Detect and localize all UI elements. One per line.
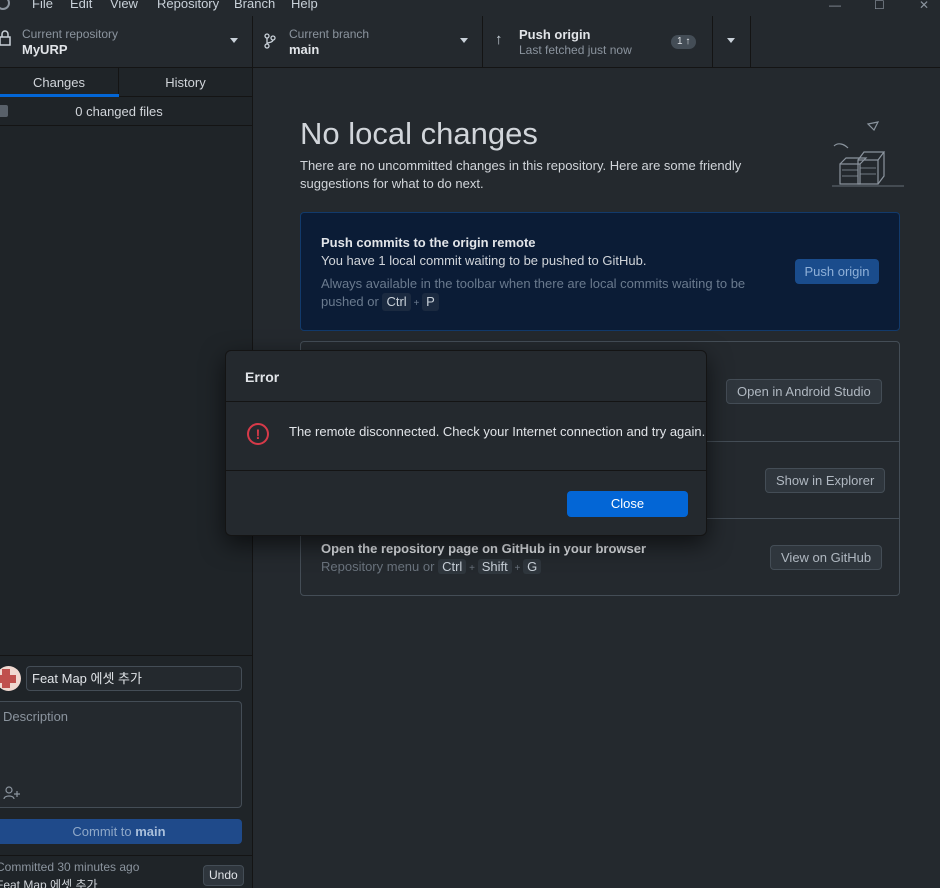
show-in-explorer-button[interactable]: Show in Explorer [765,468,886,493]
toolbar: Current repository MyURP Current branch … [0,16,940,68]
menu-branch[interactable]: Branch [234,0,275,11]
repository-selector[interactable]: Current repository MyURP [0,16,253,68]
github-row-title: Open the repository page on GitHub in yo… [321,541,647,556]
empty-boxes-illustration-icon [832,121,904,187]
tab-history[interactable]: History [119,68,252,97]
chevron-down-icon [727,38,735,43]
commit-button-prefix: Commit to [72,824,136,839]
ahead-count-badge: 1 ↑ [671,35,697,49]
changed-files-count: 0 changed files [75,104,163,119]
view-on-github-button[interactable]: View on GitHub [770,545,883,570]
github-logo-icon [0,0,10,10]
error-dialog: Error ! The remote disconnected. Check y… [225,350,707,536]
dialog-title: Error [245,369,280,385]
add-coauthor-icon[interactable] [3,786,21,800]
lock-icon [0,30,11,46]
avatar [0,666,21,691]
branch-icon [264,33,276,49]
menu-bar: File Edit View Repository Branch Help — … [0,0,940,16]
push-origin-card-button[interactable]: Push origin [795,259,879,284]
chevron-down-icon [460,38,468,43]
arrow-up-icon: ↑ [495,31,503,48]
close-button[interactable]: Close [567,491,688,517]
push-card-hint: Always available in the toolbar when the… [321,276,746,311]
error-icon: ! [247,423,269,445]
last-commit-time: Committed 30 minutes ago [0,860,140,874]
page-title: No local changes [300,116,538,151]
sidebar-tabs: Changes History [0,68,252,97]
commit-button-branch: main [135,824,166,839]
kbd-g: G [523,559,542,574]
push-title: Push origin [519,27,591,42]
chevron-down-icon [230,38,238,43]
commit-form: Feat Map 에셋 추가 Description Commit to mai… [0,655,252,855]
kbd-ctrl: Ctrl [382,293,411,311]
branch-caption: Current branch [289,27,370,41]
kbd-p: P [422,293,439,311]
dialog-body: ! The remote disconnected. Check your In… [226,402,706,471]
close-window-icon[interactable]: ✕ [919,0,929,12]
menu-view[interactable]: View [110,0,138,11]
commit-description-field[interactable]: Description [0,701,242,808]
menu-edit[interactable]: Edit [70,0,92,11]
kbd-shift: Shift [477,559,512,574]
push-options-dropdown[interactable] [713,16,751,68]
open-in-editor-button[interactable]: Open in Android Studio [726,379,882,404]
dialog-message: The remote disconnected. Check your Inte… [289,424,706,439]
tab-changes[interactable]: Changes [0,68,119,97]
push-origin-button[interactable]: ↑ Push origin Last fetched just now 1 ↑ [483,16,713,68]
menu-file[interactable]: File [32,0,53,11]
sidebar: Changes History 0 changed files Feat Map… [0,68,253,888]
push-caption: Last fetched just now [519,43,632,57]
repo-name: MyURP [22,42,68,57]
maximize-icon[interactable]: ☐ [874,0,885,12]
undo-button[interactable]: Undo [203,865,244,886]
branch-name: main [289,42,320,57]
last-commit-panel: Committed 30 minutes ago Feat Map 에셋 추가 … [0,855,252,888]
menu-help[interactable]: Help [291,0,318,11]
push-suggestion-card: Push commits to the origin remote You ha… [300,212,900,331]
description-placeholder: Description [3,709,69,724]
push-card-title: Push commits to the origin remote [321,235,536,250]
github-hint-text: Repository menu or [321,559,435,574]
push-card-description: You have 1 local commit waiting to be pu… [321,253,647,268]
repo-caption: Current repository [22,27,119,41]
last-commit-message: Feat Map 에셋 추가 [0,878,98,888]
changed-files-header: 0 changed files [0,97,252,126]
commit-summary-input[interactable]: Feat Map 에셋 추가 [26,666,242,691]
branch-selector[interactable]: Current branch main [253,16,483,68]
github-row-hint: Repository menu or Ctrl + Shift + G [321,559,542,574]
kbd-ctrl: Ctrl [438,559,467,574]
dialog-header: Error [226,351,706,402]
minimize-icon[interactable]: — [829,0,841,12]
menu-repository[interactable]: Repository [157,0,219,11]
commit-button[interactable]: Commit to main [0,819,242,844]
page-subtitle: There are no uncommitted changes in this… [300,158,742,191]
